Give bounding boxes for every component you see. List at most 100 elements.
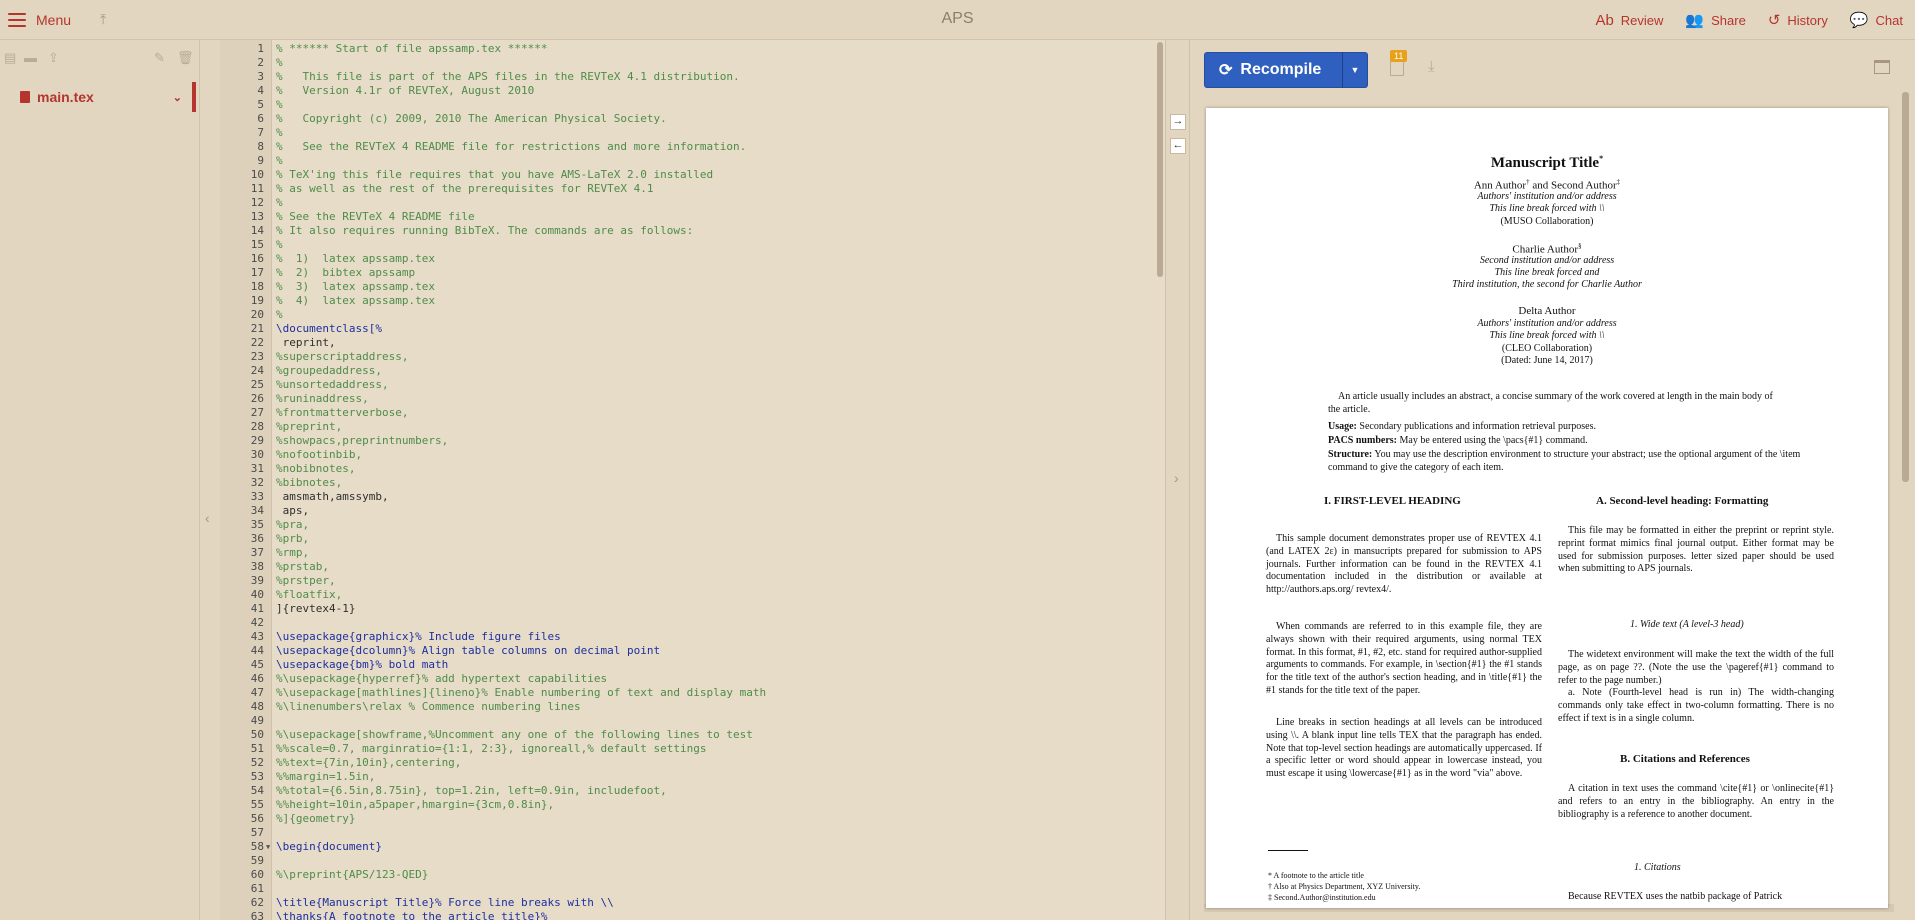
review-button[interactable]: Ab Review <box>1595 12 1663 29</box>
sync-to-pdf-icon[interactable]: → <box>1170 114 1186 130</box>
rename-icon[interactable]: ✎ <box>154 50 165 66</box>
code-line[interactable]: 17 % 2) bibtex apssamp <box>251 266 1146 280</box>
editor-scrollbar[interactable] <box>1157 42 1163 277</box>
code-line[interactable]: 32 %bibnotes, <box>251 476 1146 490</box>
code-line[interactable]: 8 % See the REVTeX 4 README file for rest… <box>257 140 1146 154</box>
code-line[interactable]: 30 %nofootinbib, <box>251 448 1146 462</box>
code-line[interactable]: 62 \title{Manuscript Title}% Force line b… <box>251 896 1146 910</box>
upload-icon[interactable]: ⇪ <box>48 50 59 66</box>
code-line[interactable]: 58 ▼ \begin{document} <box>251 840 1146 854</box>
code-line[interactable]: 46 %\usepackage{hyperref}% add hypertext … <box>251 672 1146 686</box>
code-editor[interactable]: 1 % ****** Start of file apssamp.tex ****… <box>220 40 1165 920</box>
code-line[interactable]: 52 %%text={7in,10in},centering, <box>251 756 1146 770</box>
code-line[interactable]: 44 \usepackage{dcolumn}% Align table colu… <box>251 644 1146 658</box>
fold-arrow-icon[interactable]: ▼ <box>266 840 270 854</box>
code-line[interactable]: 42 <box>251 616 1146 630</box>
pane-splitter[interactable]: → ← › <box>1165 40 1190 920</box>
code-line[interactable]: 12% <box>251 196 1146 210</box>
code-line[interactable]: 20% <box>251 308 1146 322</box>
code-line[interactable]: 31 %nobibnotes, <box>251 462 1146 476</box>
code-line[interactable]: 7% <box>257 126 1146 140</box>
history-button[interactable]: ↺ History <box>1768 11 1828 29</box>
code-line[interactable]: 33 amsmath,amssymb, <box>251 490 1146 504</box>
code-line[interactable]: 28 %preprint, <box>251 420 1146 434</box>
code-line[interactable]: 53 %%margin=1.5in, <box>251 770 1146 784</box>
code-line[interactable]: 47 %\usepackage[mathlines]{lineno}% Enabl… <box>251 686 1146 700</box>
recompile-dropdown[interactable]: ▼ <box>1342 52 1368 88</box>
code-line[interactable]: 6 % Copyright (c) 2009, 2010 The American… <box>257 112 1146 126</box>
code-line[interactable]: 3 % This file is part of the APS files in… <box>257 70 1146 84</box>
pdf-scrollbar[interactable] <box>1902 92 1909 482</box>
code-line[interactable]: 54 %%total={6.5in,8.75in}, top=1.2in, lef… <box>251 784 1146 798</box>
code-line[interactable]: 61 <box>251 882 1146 896</box>
code-line[interactable]: 27 %frontmatterverbose, <box>251 406 1146 420</box>
code-line[interactable]: 41]{revtex4-1} <box>251 602 1146 616</box>
code-content[interactable]: 1 % ****** Start of file apssamp.tex ****… <box>251 40 1146 920</box>
code-line[interactable]: 50 %\usepackage[showframe,%Uncomment any … <box>251 728 1146 742</box>
delete-icon[interactable]: 🗑 <box>177 50 194 66</box>
pdf-page[interactable]: Manuscript Title* Ann Author† and Second… <box>1206 108 1888 908</box>
collapse-left-icon[interactable]: ‹ <box>205 510 210 526</box>
code-line[interactable]: 11 % as well as the rest of the prerequis… <box>251 182 1146 196</box>
code-line[interactable]: 29 %showpacs,preprintnumbers, <box>251 434 1146 448</box>
code-line[interactable]: 22 reprint, <box>251 336 1146 350</box>
code-line[interactable]: 26 %runinaddress, <box>251 392 1146 406</box>
code-line[interactable]: 23 %superscriptaddress, <box>251 350 1146 364</box>
code-line[interactable]: 14 % It also requires running BibTeX. The… <box>251 224 1146 238</box>
code-line[interactable]: 49 <box>251 714 1146 728</box>
line-number: 16 <box>250 252 264 265</box>
code-text: %pra, <box>276 518 310 531</box>
line-number: 33 <box>250 490 264 503</box>
paragraph: Line breaks in section headings at all l… <box>1266 717 1542 780</box>
code-line[interactable]: 9% <box>257 154 1146 168</box>
logs-icon[interactable] <box>1390 60 1404 76</box>
code-line[interactable]: 18 % 3) latex apssamp.tex <box>251 280 1146 294</box>
file-tree-item-main-tex[interactable]: main.tex ⌄ <box>0 82 196 112</box>
code-line[interactable]: 60 %\preprint{APS/123-QED} <box>251 868 1146 882</box>
new-folder-icon[interactable]: ▬ <box>24 50 37 65</box>
code-line[interactable]: 1 % ****** Start of file apssamp.tex ****… <box>257 42 1146 56</box>
code-line[interactable]: 37 %rmp, <box>251 546 1146 560</box>
code-line[interactable]: 57 <box>251 826 1146 840</box>
code-line[interactable]: 5% <box>257 98 1146 112</box>
code-line[interactable]: 38 %prstab, <box>251 560 1146 574</box>
code-line[interactable]: 15% <box>251 238 1146 252</box>
code-line[interactable]: 25 %unsortedaddress, <box>251 378 1146 392</box>
code-text: %\usepackage{hyperref}% add hypertext ca… <box>276 672 608 685</box>
share-button[interactable]: 👥 Share <box>1685 11 1745 29</box>
code-line[interactable]: 43 \usepackage{graphicx}% Include figure … <box>251 630 1146 644</box>
code-line[interactable]: 63 \thanks{A footnote to the article titl… <box>251 910 1146 920</box>
chat-icon: 💬 <box>1849 12 1869 29</box>
code-line[interactable]: 16 % 1) latex apssamp.tex <box>251 252 1146 266</box>
new-file-icon[interactable]: ▤ <box>4 50 16 66</box>
code-line[interactable]: 40 %floatfix, <box>251 588 1146 602</box>
code-line[interactable]: 24 %groupedaddress, <box>251 364 1146 378</box>
code-line[interactable]: 19 % 4) latex apssamp.tex <box>251 294 1146 308</box>
code-line[interactable]: 51 %%scale=0.7, marginratio={1:1, 2:3}, i… <box>251 742 1146 756</box>
code-line[interactable]: 45 \usepackage{bm}% bold math <box>251 658 1146 672</box>
code-line[interactable]: 59 <box>251 854 1146 868</box>
chevron-down-icon[interactable]: ⌄ <box>173 91 182 104</box>
code-text: % This file is part of the APS files in … <box>276 70 740 83</box>
file-tree-toolbar: ▤ ▬ ⇪ ✎ 🗑 <box>0 40 199 75</box>
collapse-right-icon[interactable]: › <box>1174 470 1179 486</box>
chat-button[interactable]: 💬 Chat <box>1850 11 1903 29</box>
menu-button[interactable]: Menu <box>8 9 71 31</box>
code-line[interactable]: 13 % See the REVTeX 4 README file <box>251 210 1146 224</box>
code-line[interactable]: 36 %prb, <box>251 532 1146 546</box>
code-line[interactable]: 34 aps, <box>251 504 1146 518</box>
code-line[interactable]: 56 %]{geometry} <box>251 812 1146 826</box>
download-icon[interactable]: ⤓ <box>1428 58 1435 75</box>
code-line[interactable]: 48 %\linenumbers\relax % Commence numberi… <box>251 700 1146 714</box>
fullscreen-icon[interactable] <box>1874 60 1890 74</box>
code-line[interactable]: 4 % Version 4.1r of REVTeX, August 2010 <box>257 84 1146 98</box>
code-line[interactable]: 2% <box>257 56 1146 70</box>
code-line[interactable]: 21 \documentclass[% <box>251 322 1146 336</box>
code-line[interactable]: 35 %pra, <box>251 518 1146 532</box>
code-line[interactable]: 55 %%height=10in,a5paper,hmargin={3cm,0.8… <box>251 798 1146 812</box>
recompile-button[interactable]: ⟳ Recompile <box>1204 52 1346 88</box>
code-line[interactable]: 10 % TeX'ing this file requires that you … <box>251 168 1146 182</box>
sync-to-code-icon[interactable]: ← <box>1170 138 1186 154</box>
back-to-projects-icon[interactable]: ⤒ <box>100 11 106 28</box>
code-line[interactable]: 39 %prstper, <box>251 574 1146 588</box>
